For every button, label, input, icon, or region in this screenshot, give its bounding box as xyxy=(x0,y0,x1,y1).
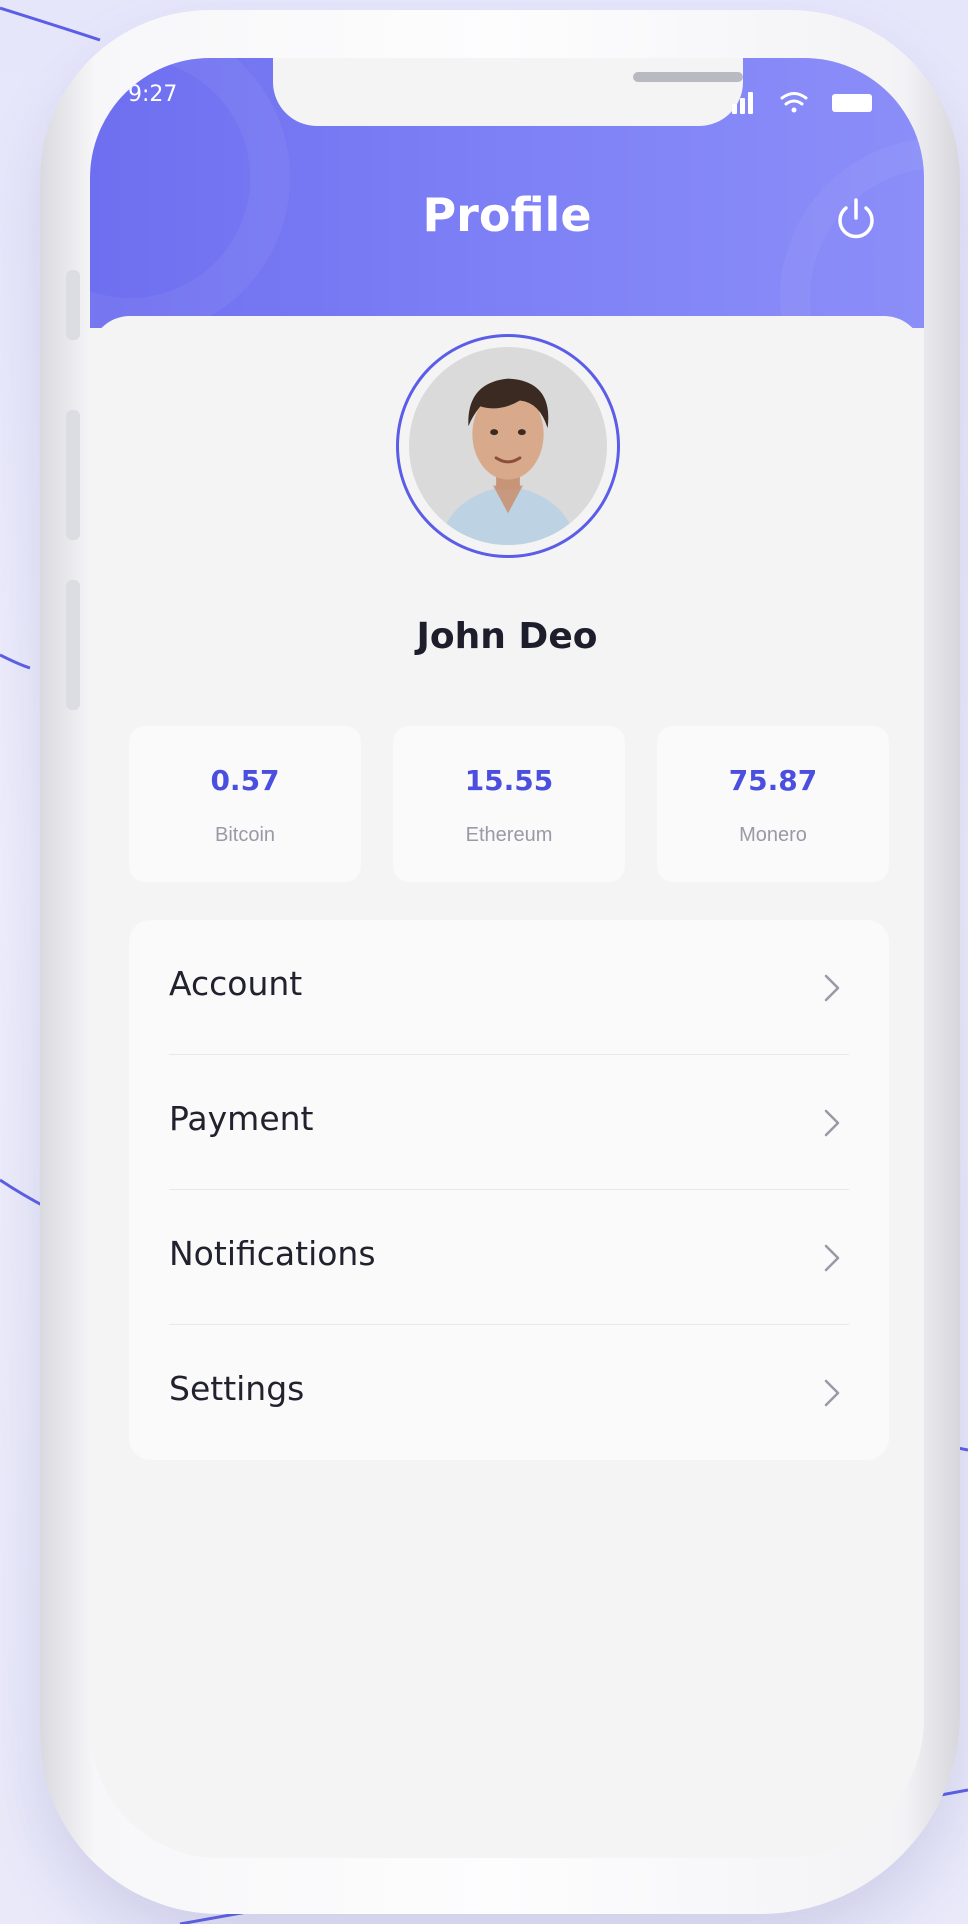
balance-value: 15.55 xyxy=(464,764,554,797)
page-title: Profile xyxy=(422,188,592,242)
chevron-right-icon xyxy=(824,1379,840,1407)
balance-label: Monero xyxy=(739,824,807,846)
side-button xyxy=(66,410,80,540)
menu-item-settings[interactable]: Settings xyxy=(129,1325,889,1460)
profile-content: John Deo 0.57 Bitcoin 15.55 Ethereum 75.… xyxy=(90,316,924,1858)
menu-item-label: Account xyxy=(169,964,303,1003)
balance-stats: 0.57 Bitcoin 15.55 Ethereum 75.87 Monero xyxy=(129,726,889,882)
menu-item-notifications[interactable]: Notifications xyxy=(129,1190,889,1325)
menu-item-label: Payment xyxy=(169,1099,314,1138)
avatar-photo xyxy=(409,347,607,545)
menu-item-label: Settings xyxy=(169,1369,305,1408)
balance-card-monero[interactable]: 75.87 Monero xyxy=(657,726,889,882)
chevron-right-icon xyxy=(824,974,840,1002)
balance-card-ethereum[interactable]: 15.55 Ethereum xyxy=(393,726,625,882)
balance-label: Ethereum xyxy=(465,824,553,846)
status-icons xyxy=(732,92,872,114)
power-icon[interactable] xyxy=(830,194,882,246)
side-button xyxy=(66,270,80,340)
menu-item-account[interactable]: Account xyxy=(129,920,889,1055)
device-notch xyxy=(273,58,743,126)
balance-value: 0.57 xyxy=(210,764,280,797)
settings-menu: Account Payment Notifications Settings xyxy=(129,920,889,1460)
menu-item-payment[interactable]: Payment xyxy=(129,1055,889,1190)
user-name: John Deo xyxy=(416,616,598,657)
phone-screen: 9:27 Profile John Deo 0.57 Bitcoin 15.55… xyxy=(90,58,924,1858)
battery-icon xyxy=(832,94,872,112)
balance-value: 75.87 xyxy=(728,764,818,797)
menu-item-label: Notifications xyxy=(169,1234,376,1273)
wifi-icon xyxy=(780,92,808,113)
status-time: 9:27 xyxy=(128,82,178,107)
side-button xyxy=(66,580,80,710)
chevron-right-icon xyxy=(824,1109,840,1137)
speaker-grille xyxy=(633,72,743,82)
balance-label: Bitcoin xyxy=(214,824,276,846)
chevron-right-icon xyxy=(824,1244,840,1272)
signal-icon xyxy=(732,92,753,114)
avatar[interactable] xyxy=(396,334,620,558)
balance-card-bitcoin[interactable]: 0.57 Bitcoin xyxy=(129,726,361,882)
